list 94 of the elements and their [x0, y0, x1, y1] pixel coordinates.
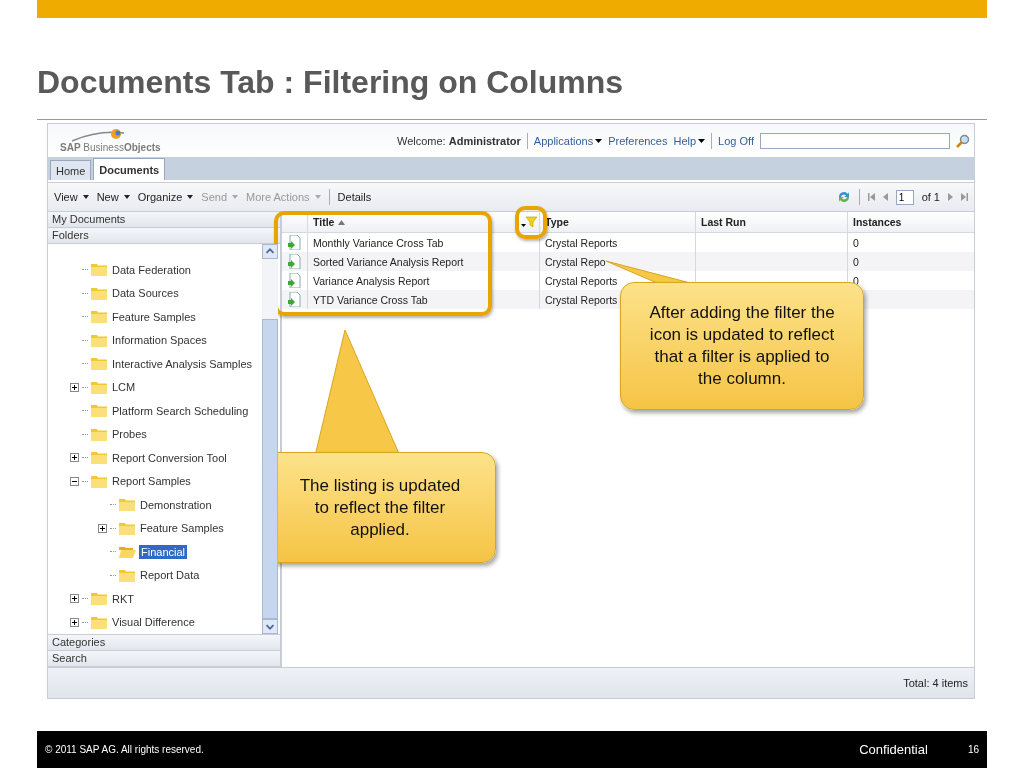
folder-icon	[119, 568, 135, 582]
tree-item[interactable]: Report Conversion Tool	[110, 450, 229, 465]
menu-button[interactable]: View	[54, 191, 89, 203]
caret-icon	[82, 195, 89, 199]
caret-icon	[698, 138, 706, 143]
column-header[interactable]: Instances	[848, 212, 974, 232]
report-icon	[288, 235, 301, 250]
status-text: Total: 4 items	[903, 677, 968, 689]
header-link[interactable]: Preferences	[608, 134, 668, 147]
scroll-down-icon[interactable]	[262, 619, 278, 634]
tree-item[interactable]: Data Federation	[110, 262, 193, 277]
menu-button[interactable]: Organize	[137, 191, 194, 203]
header-link[interactable]: Help	[673, 134, 706, 147]
column-header[interactable]: Title	[308, 212, 540, 232]
table-cell[interactable]: YTD Variance Cross Tab	[308, 290, 540, 309]
section-header[interactable]: My Documents	[48, 212, 280, 228]
scrollbar[interactable]	[262, 244, 278, 634]
column-header[interactable]: Last Run	[696, 212, 848, 232]
folder-icon	[91, 357, 107, 371]
table-cell[interactable]: Sorted Variance Analysis Report	[308, 252, 540, 271]
expander-icon[interactable]	[70, 382, 79, 392]
filter-icon[interactable]	[521, 216, 537, 228]
page-number: 16	[967, 744, 979, 755]
search-field[interactable]	[760, 132, 950, 149]
tree-item[interactable]: Information Spaces	[110, 333, 209, 348]
details-button[interactable]: Details	[337, 191, 372, 203]
tree-item[interactable]: Interactive Analysis Samples	[110, 356, 254, 371]
tree-item[interactable]: RKT	[110, 591, 136, 606]
table-cell: Crystal Repo	[545, 255, 606, 268]
caret-icon	[123, 195, 130, 199]
caret-icon	[595, 138, 603, 143]
tree-item[interactable]: LCM	[110, 380, 138, 395]
tab[interactable]: Home	[50, 160, 92, 180]
tree-item[interactable]: Data Sources	[110, 286, 181, 301]
folder-icon	[91, 404, 107, 418]
folder-icon	[91, 263, 107, 277]
page-count: of 1	[921, 191, 940, 203]
tree-item[interactable]: Report Data	[138, 568, 202, 583]
search-icon[interactable]	[956, 133, 970, 148]
first-page-icon[interactable]	[867, 193, 875, 201]
expander-icon[interactable]	[70, 453, 79, 463]
tree-item[interactable]: Platform Search Scheduling	[110, 403, 251, 418]
folder-icon	[91, 286, 107, 300]
welcome-text: Welcome: Administrator	[396, 134, 521, 147]
table-cell: Crystal Reports	[545, 293, 618, 306]
open-folder-icon	[119, 545, 136, 559]
previous-page-icon[interactable]	[882, 193, 888, 201]
caret-icon	[187, 195, 194, 199]
refresh-icon[interactable]	[836, 190, 851, 204]
logo: SAP BusinessObjects	[60, 142, 161, 153]
tree-item[interactable]: Feature Samples	[138, 521, 226, 536]
section-header[interactable]: Folders	[48, 228, 280, 244]
next-page-icon[interactable]	[948, 193, 953, 201]
copyright-text: © 2011 SAP AG. All rights reserved.	[45, 744, 205, 755]
folder-icon	[91, 474, 107, 488]
folder-icon	[119, 521, 135, 535]
report-icon	[288, 273, 301, 288]
highlight-frame	[515, 206, 547, 239]
tree-item[interactable]: Feature Samples	[110, 309, 198, 324]
caret-icon	[314, 195, 321, 199]
tree-item[interactable]: Demonstration	[138, 497, 214, 512]
menu-button[interactable]: New	[96, 191, 130, 203]
slide-title: Documents Tab : Filtering on Columns	[37, 63, 625, 102]
header-link[interactable]: Applications	[533, 134, 603, 147]
caret-icon	[232, 195, 238, 199]
folder-icon	[91, 380, 107, 394]
tree-item[interactable]: Visual Difference	[110, 615, 197, 630]
section-header[interactable]: Search	[48, 651, 280, 667]
tab[interactable]: Documents	[93, 158, 166, 180]
tree-item[interactable]: Probes	[110, 427, 149, 442]
folder-icon	[91, 310, 107, 324]
tree-item[interactable]: Report Samples	[110, 474, 193, 489]
table-cell: Crystal Reports	[545, 236, 618, 249]
scroll-up-icon[interactable]	[262, 244, 278, 259]
folder-icon	[91, 451, 107, 465]
expander-icon[interactable]	[70, 594, 79, 604]
expander-icon[interactable]	[98, 523, 107, 533]
tree-item[interactable]: Financial	[139, 544, 188, 559]
last-page-icon[interactable]	[961, 193, 968, 201]
table-cell: 0	[853, 236, 859, 249]
page-field[interactable]: 1	[895, 189, 914, 205]
table-cell: 0	[853, 255, 859, 268]
expander-icon[interactable]	[70, 617, 79, 627]
column-header[interactable]: Type	[540, 212, 696, 232]
folder-icon	[91, 427, 107, 441]
expander-icon[interactable]	[70, 476, 79, 486]
header-link[interactable]: Log Off	[718, 134, 754, 147]
folder-icon	[91, 615, 107, 629]
folder-icon	[91, 592, 107, 606]
classification-text: Confidential	[859, 742, 928, 757]
folder-icon	[119, 498, 135, 512]
folder-icon	[91, 333, 107, 347]
section-header[interactable]: Categories	[48, 635, 280, 651]
table-cell: Crystal Reports	[545, 274, 618, 287]
